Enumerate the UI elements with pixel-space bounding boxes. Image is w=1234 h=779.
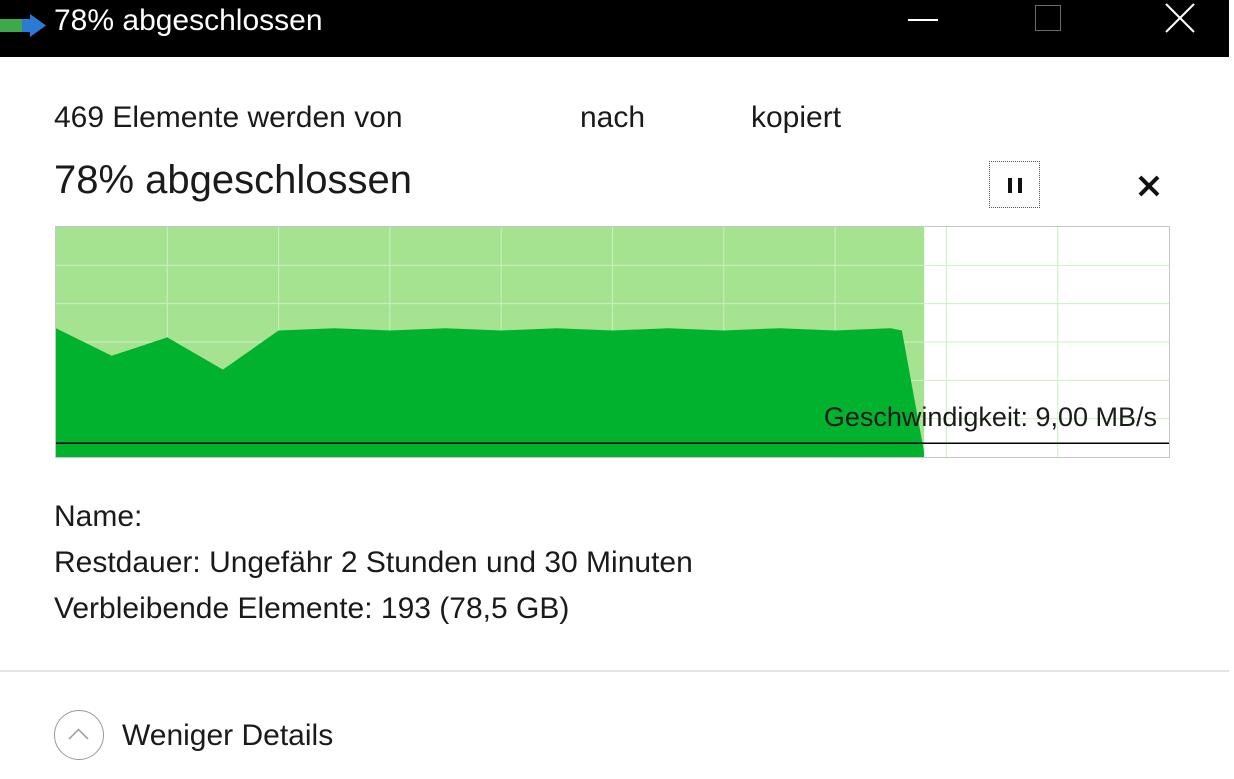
fewer-details-label: Weniger Details (122, 719, 334, 752)
divider (0, 670, 1229, 672)
window-title: 78% abgeschlossen (54, 4, 323, 37)
maximize-button[interactable] (1016, 0, 1076, 40)
summary-kopiert: kopiert (751, 101, 842, 134)
minimize-icon (908, 19, 938, 21)
pause-icon-bar (1018, 178, 1022, 193)
progress-heading: 78% abgeschlossen (54, 158, 413, 202)
pause-button[interactable] (989, 161, 1040, 208)
copy-icon (0, 10, 48, 44)
title-bar: 78% abgeschlossen (0, 0, 1229, 57)
details-panel: Name: Restdauer: Ungefähr 2 Stunden und … (54, 494, 693, 632)
file-name-label: Name: (54, 500, 143, 533)
chevron-up-icon (54, 710, 104, 760)
cancel-icon (1138, 175, 1160, 197)
pause-icon (1008, 178, 1012, 193)
summary-nach: nach (580, 101, 646, 134)
maximize-icon (1035, 5, 1061, 31)
remaining-items: Verbleibende Elemente: 193 (78,5 GB) (54, 592, 570, 625)
close-icon (1165, 3, 1195, 33)
remaining-time: Restdauer: Ungefähr 2 Stunden und 30 Min… (54, 546, 693, 579)
cancel-button[interactable] (1130, 166, 1170, 206)
close-window-button[interactable] (1150, 0, 1210, 40)
minimize-button[interactable] (896, 0, 956, 40)
speed-graph: Geschwindigkeit: 9,00 MB/s (55, 226, 1170, 458)
summary-prefix: 469 Elemente werden von (54, 101, 403, 134)
speed-label: Geschwindigkeit: 9,00 MB/s (823, 402, 1157, 432)
fewer-details-toggle[interactable]: Weniger Details (54, 710, 384, 764)
